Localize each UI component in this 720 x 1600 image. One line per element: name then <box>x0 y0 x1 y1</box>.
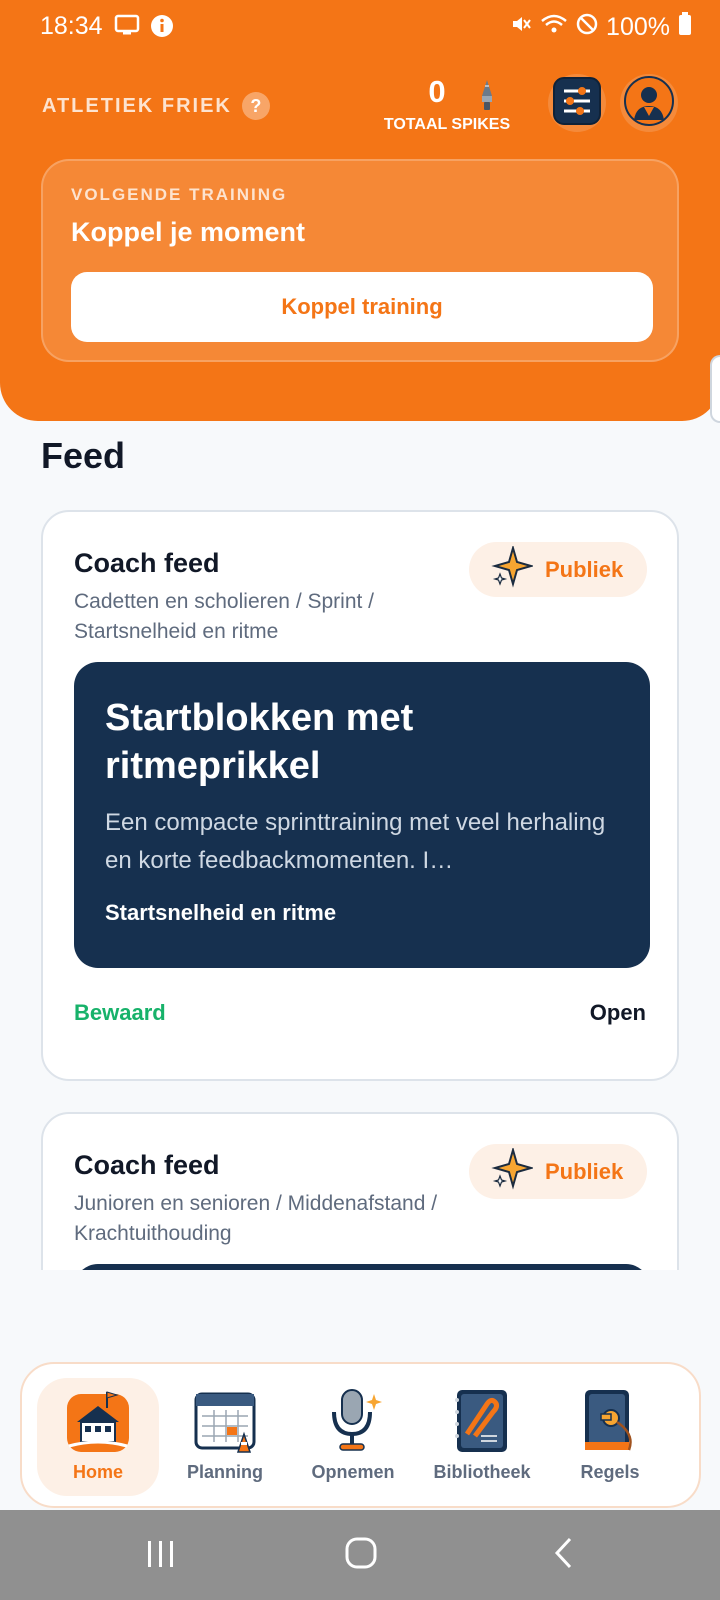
public-badge-label: Publiek <box>545 556 624 582</box>
session-title: Startblokken met ritmeprikkel <box>105 697 414 787</box>
open-button[interactable]: Open <box>590 1000 646 1026</box>
club-name-text: ATLETIEK FRIEK <box>42 94 232 117</box>
spikes-counter: 0 TOTAAL SPIKES <box>372 74 522 134</box>
back-icon[interactable] <box>552 1536 576 1575</box>
feed-card-path: Cadetten en scholieren / Sprint / Starts… <box>74 590 375 643</box>
session-description: Een compacte sprinttraining met veel her… <box>105 809 606 874</box>
mute-icon <box>510 13 532 42</box>
battery-percentage: 100% <box>606 13 670 41</box>
scroll-indicator[interactable] <box>710 355 720 423</box>
nav-label-home: Home <box>72 1462 123 1482</box>
spike-icon <box>474 78 500 117</box>
public-badge: Publiek <box>469 1144 647 1199</box>
screen-cast-icon <box>114 14 140 43</box>
nav-label-library: Bibliotheek <box>433 1462 531 1482</box>
feed-card-path: Junioren en senioren / Middenafstand / K… <box>74 1192 438 1245</box>
club-name: ATLETIEK FRIEK ? <box>42 92 270 120</box>
feed-card-title: Coach feed <box>74 548 220 578</box>
feed-card-title: Coach feed <box>74 1150 220 1180</box>
nav-item-library[interactable]: Bibliotheek <box>421 1378 543 1496</box>
public-badge: Publiek <box>469 542 647 597</box>
home-system-icon[interactable] <box>344 1536 378 1575</box>
feed-title: Feed <box>41 435 126 476</box>
session-tag: Startsnelheid en ritme <box>105 900 337 925</box>
nav-item-home[interactable]: Home <box>37 1378 159 1496</box>
calendar-icon <box>190 1384 260 1456</box>
battery-icon <box>678 12 692 43</box>
home-icon <box>63 1384 133 1456</box>
filter-settings-button[interactable] <box>548 74 606 132</box>
library-icon <box>447 1384 517 1456</box>
public-badge-label: Publiek <box>545 1158 624 1184</box>
wifi-icon <box>540 13 568 42</box>
nav-item-record[interactable]: Opnemen <box>292 1378 414 1496</box>
nav-label-planning: Planning <box>187 1462 263 1482</box>
nav-item-rules[interactable]: Regels <box>549 1378 671 1496</box>
profile-button[interactable] <box>620 74 678 132</box>
next-training-card: VOLGENDE TRAINING Koppel je moment Koppe… <box>41 159 679 362</box>
sparkle-icon <box>491 543 535 594</box>
spikes-label: TOTAAL SPIKES <box>383 116 511 133</box>
info-icon <box>150 14 174 43</box>
link-training-button[interactable]: Koppel training <box>71 272 653 342</box>
help-icon[interactable]: ? <box>241 92 270 120</box>
feed-card[interactable]: Coach feed Junioren en senioren / Midden… <box>41 1112 679 1270</box>
do-not-disturb-icon <box>576 13 598 42</box>
recent-apps-icon[interactable] <box>146 1538 176 1575</box>
nav-label-record: Opnemen <box>311 1462 395 1482</box>
system-navigation-bar <box>0 1510 720 1600</box>
sliders-icon <box>553 76 601 130</box>
microphone-icon <box>318 1384 388 1456</box>
rules-book-icon <box>575 1384 645 1456</box>
feed-list[interactable]: Coach feed Cadetten en scholieren / Spri… <box>0 500 720 1270</box>
avatar <box>624 75 674 131</box>
status-time: 18:34 <box>40 12 103 40</box>
nav-item-planning[interactable]: Planning <box>164 1378 286 1496</box>
saved-button[interactable]: Bewaard <box>74 1000 166 1026</box>
sparkle-icon <box>491 1145 535 1196</box>
header: 18:34 100% ATLETIEK FRIEK ? 0 TOTAAL SPI… <box>0 0 720 421</box>
next-training-label: VOLGENDE TRAINING <box>71 185 288 204</box>
nav-label-rules: Regels <box>580 1462 640 1482</box>
next-training-title: Koppel je moment <box>71 217 306 247</box>
session-preview[interactable]: Startblokken met ritmeprikkel Een compac… <box>74 662 650 968</box>
status-bar: 18:34 100% <box>0 0 720 52</box>
bottom-navigation: Home Planning Opnemen Bibliotheek Regels <box>20 1362 701 1508</box>
feed-card[interactable]: Coach feed Cadetten en scholieren / Spri… <box>41 510 679 1081</box>
session-preview[interactable] <box>74 1264 650 1270</box>
